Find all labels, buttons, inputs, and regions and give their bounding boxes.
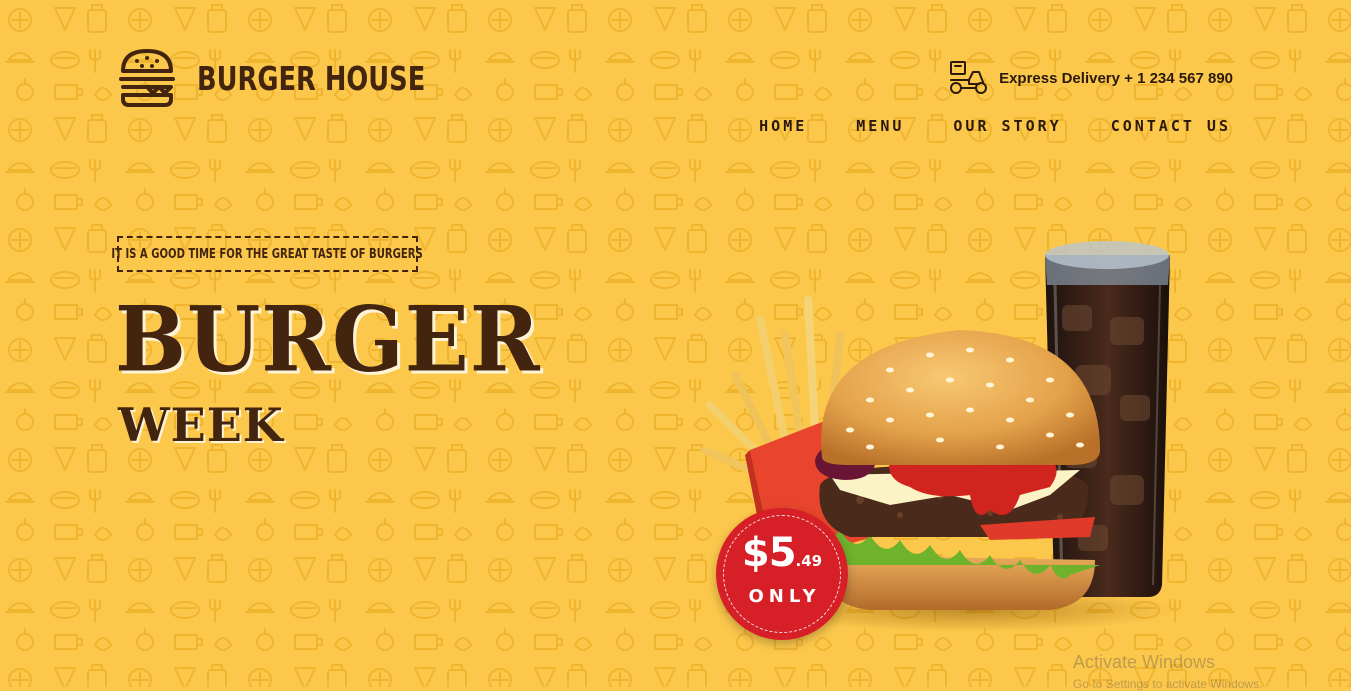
delivery-scooter-icon	[950, 61, 988, 94]
brand-logo[interactable]: BURGER HOUSE	[117, 47, 490, 109]
price-suffix: ONLY	[748, 586, 821, 607]
brand-name: BURGER HOUSE	[197, 58, 426, 98]
hero-title-week: WEEK	[118, 398, 284, 452]
nav-our-story[interactable]: OUR STORY	[953, 117, 1061, 135]
windows-activation-watermark: Activate Windows Go to Settings to activ…	[1073, 652, 1262, 691]
burger-icon	[119, 49, 175, 107]
main-navigation: HOME MENU OUR STORY CONTACT US	[759, 117, 1231, 135]
hero-title-burger: BURGER	[115, 286, 541, 392]
delivery-phone: Express Delivery + 1 234 567 890	[999, 69, 1233, 87]
nav-contact-us[interactable]: CONTACT US	[1111, 117, 1231, 135]
price-cents: .49	[795, 552, 823, 570]
watermark-title: Activate Windows	[1073, 652, 1216, 672]
price-dollars: $5	[741, 530, 797, 576]
price-value: $5.49	[716, 530, 848, 576]
price-badge: $5.49 ONLY	[716, 508, 848, 640]
delivery-info: Express Delivery + 1 234 567 890	[947, 60, 1233, 96]
nav-home[interactable]: HOME	[759, 117, 807, 135]
hero-tagline: IT IS A GOOD TIME FOR THE GREAT TASTE OF…	[112, 236, 423, 272]
nav-menu[interactable]: MENU	[856, 117, 904, 135]
watermark-subtitle: Go to Settings to activate Windows.	[1073, 677, 1263, 691]
hero-tagline-text: IT IS A GOOD TIME FOR THE GREAT TASTE OF…	[111, 246, 424, 262]
